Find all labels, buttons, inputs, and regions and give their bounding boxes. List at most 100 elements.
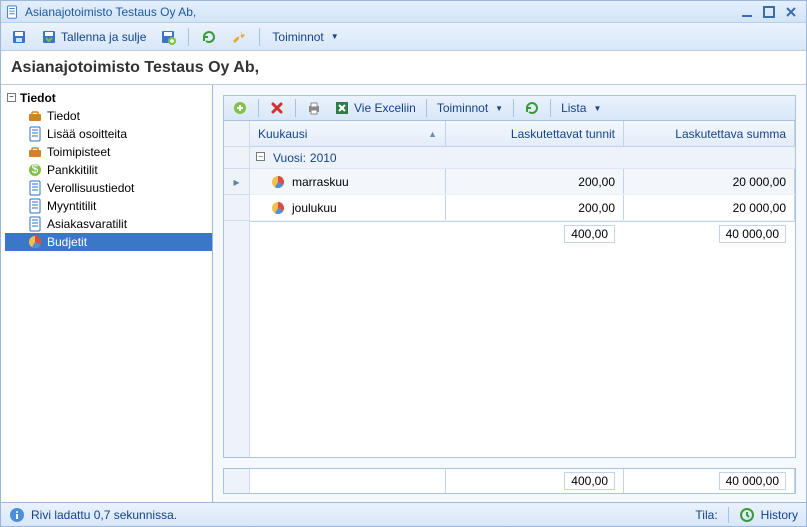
sidebar-item-myyntitilit[interactable]: Myyntitilit	[5, 197, 212, 215]
separator	[258, 99, 259, 117]
sidebar-item-asiakasvaratilit[interactable]: Asiakasvaratilit	[5, 215, 212, 233]
collapse-icon[interactable]: −	[256, 152, 265, 161]
save-and-close-button[interactable]: Tallenna ja sulje	[37, 27, 150, 47]
content-area: Vie Exceliin Toiminnot▼ Lista▼ ▸	[213, 85, 806, 502]
sidebar-item-pankkitilit[interactable]: Pankkitilit	[5, 161, 212, 179]
print-icon	[306, 100, 322, 116]
export-excel-label: Vie Exceliin	[354, 101, 416, 115]
table-row[interactable]: joulukuu200,0020 000,00	[250, 195, 795, 221]
save-new-icon	[160, 29, 176, 45]
refresh-button[interactable]	[197, 27, 221, 47]
separator	[188, 28, 189, 46]
sidebar-item-toimipisteet[interactable]: Toimipisteet	[5, 143, 212, 161]
subtotal-row: 400,00 40 000,00	[250, 221, 795, 245]
cell-month: marraskuu	[292, 175, 349, 189]
window-title: Asianajotoimisto Testaus Oy Ab,	[25, 5, 736, 19]
sidebar-item-verollisuustiedot[interactable]: Verollisuustiedot	[5, 179, 212, 197]
status-tila-label: Tila:	[695, 508, 717, 522]
body: − Tiedot Tiedot Lisää osoitteita Toimipist…	[1, 85, 806, 502]
subtotal-hours: 400,00	[564, 225, 615, 243]
history-button[interactable]: History	[761, 508, 798, 522]
doc-icon	[27, 180, 43, 196]
cell-sum: 20 000,00	[733, 201, 786, 215]
cell-hours: 200,00	[578, 201, 615, 215]
sidebar-item-lis-osoitteita[interactable]: Lisää osoitteita	[5, 125, 212, 143]
history-label: History	[761, 508, 798, 522]
info-icon	[9, 507, 25, 523]
delete-row-button[interactable]	[265, 98, 289, 118]
table-row[interactable]: marraskuu200,0020 000,00	[250, 169, 795, 195]
grid-footer: 400,00 40 000,00	[213, 468, 806, 502]
doc-icon	[27, 216, 43, 232]
footer-sum: 40 000,00	[719, 472, 786, 490]
sidebar-item-label: Tiedot	[47, 109, 80, 123]
sidebar-item-label: Asiakasvaratilit	[47, 217, 127, 231]
money-icon	[27, 162, 43, 178]
col-month-label: Kuukausi	[258, 127, 307, 141]
grid-toiminnot-label: Toiminnot	[437, 101, 488, 115]
footer-hours: 400,00	[564, 472, 615, 490]
group-label: Vuosi:	[273, 151, 306, 165]
gutter-group	[224, 147, 249, 169]
sidebar-item-label: Myyntitilit	[47, 199, 96, 213]
doc-icon	[27, 198, 43, 214]
col-sum-label: Laskutettava summa	[675, 127, 786, 141]
tree-root-label: Tiedot	[20, 91, 56, 105]
grid-gutter: ▸	[224, 121, 250, 457]
sidebar-item-label: Budjetit	[47, 235, 87, 249]
column-header-hours[interactable]: Laskutettavat tunnit	[446, 121, 624, 146]
pie-icon	[270, 174, 286, 190]
chevron-down-icon: ▼	[331, 32, 339, 41]
row-indicator[interactable]: ▸	[224, 169, 249, 195]
app-icon	[5, 5, 19, 19]
refresh-icon	[524, 100, 540, 116]
doc-icon	[27, 126, 43, 142]
delete-icon	[269, 100, 285, 116]
pie-icon	[27, 234, 43, 250]
separator	[728, 507, 729, 523]
column-header-month[interactable]: Kuukausi ▲	[250, 121, 446, 146]
pie-icon	[270, 200, 286, 216]
gutter-header	[224, 121, 249, 147]
sidebar-item-tiedot[interactable]: Tiedot	[5, 107, 212, 125]
titlebar: Asianajotoimisto Testaus Oy Ab,	[1, 1, 806, 23]
close-button[interactable]	[780, 4, 802, 20]
cell-sum: 20 000,00	[733, 175, 786, 189]
save-and-new-button[interactable]	[156, 27, 180, 47]
maximize-button[interactable]	[758, 4, 780, 20]
separator	[295, 99, 296, 117]
save-close-icon	[41, 29, 57, 45]
export-excel-button[interactable]: Vie Exceliin	[330, 98, 420, 118]
sidebar-item-label: Verollisuustiedot	[47, 181, 134, 195]
collapse-icon[interactable]: −	[7, 93, 16, 102]
group-row[interactable]: − Vuosi: 2010	[250, 147, 795, 169]
save-button[interactable]	[7, 27, 31, 47]
sidebar-item-label: Pankkitilit	[47, 163, 98, 177]
row-indicator[interactable]	[224, 195, 249, 221]
page-title: Asianajotoimisto Testaus Oy Ab,	[11, 59, 259, 77]
separator	[550, 99, 551, 117]
sidebar-item-label: Lisää osoitteita	[47, 127, 127, 141]
add-row-button[interactable]	[228, 98, 252, 118]
print-button[interactable]	[302, 98, 326, 118]
subtotal-sum: 40 000,00	[719, 225, 786, 243]
settings-button[interactable]	[227, 27, 251, 47]
lista-menu[interactable]: Lista▼	[557, 99, 605, 117]
page-header: Asianajotoimisto Testaus Oy Ab,	[1, 51, 806, 85]
excel-icon	[334, 100, 350, 116]
sidebar-item-budjetit[interactable]: Budjetit	[5, 233, 212, 251]
grid-toiminnot-menu[interactable]: Toiminnot▼	[433, 99, 507, 117]
column-header-sum[interactable]: Laskutettava summa	[624, 121, 795, 146]
tree-root-row[interactable]: − Tiedot	[5, 89, 212, 107]
grid-refresh-button[interactable]	[520, 98, 544, 118]
grid: ▸ Kuukausi ▲ Laskutettavat tunnit Laskute…	[223, 121, 796, 458]
grid-body: − Vuosi: 2010 marraskuu200,0020 000,00jo…	[250, 147, 795, 457]
status-text: Rivi ladattu 0,7 sekunnissa.	[31, 508, 177, 522]
grid-toolbar: Vie Exceliin Toiminnot▼ Lista▼	[223, 95, 796, 121]
grid-header: Kuukausi ▲ Laskutettavat tunnit Laskutett…	[250, 121, 795, 147]
minimize-button[interactable]	[736, 4, 758, 20]
sort-asc-icon: ▲	[428, 129, 437, 139]
toiminnot-menu[interactable]: Toiminnot▼	[268, 28, 342, 46]
separator	[426, 99, 427, 117]
chevron-down-icon: ▼	[593, 104, 601, 113]
